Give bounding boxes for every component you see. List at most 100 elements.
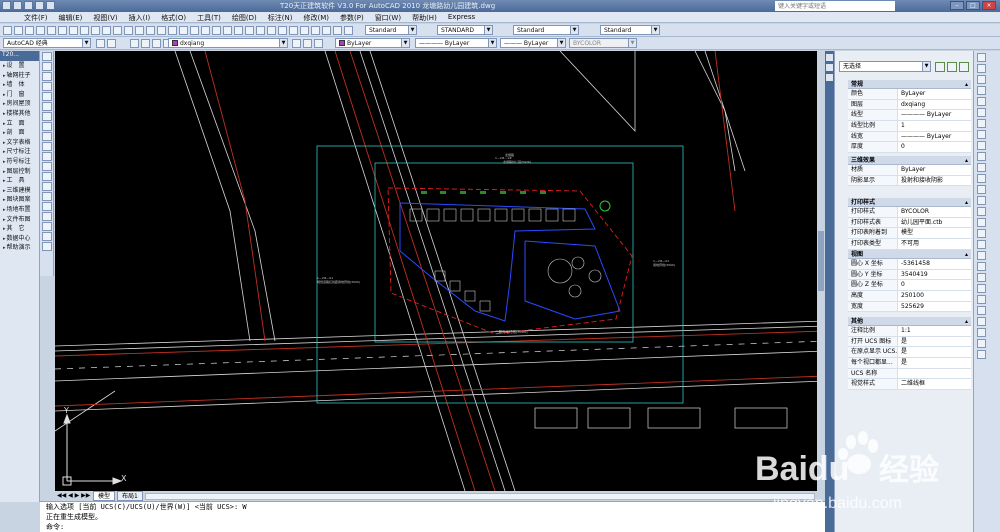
left-panel-item[interactable]: 房间屋顶 xyxy=(0,99,39,109)
command-prompt[interactable]: 命令: xyxy=(40,522,825,532)
center-mark-icon[interactable] xyxy=(977,328,986,337)
menu-item[interactable]: 插入(I) xyxy=(129,13,151,23)
tz-h-icon[interactable] xyxy=(333,26,342,35)
workspace-select[interactable]: AutoCAD 经典 ▼ xyxy=(3,38,91,48)
menu-item[interactable]: 标注(N) xyxy=(268,13,293,23)
left-panel-item[interactable]: 图层控制 xyxy=(0,167,39,177)
left-panel-item[interactable]: 工 具 xyxy=(0,176,39,186)
tz-a-icon[interactable] xyxy=(256,26,265,35)
tz-d-icon[interactable] xyxy=(289,26,298,35)
settings-icon[interactable] xyxy=(96,39,105,48)
property-section-header[interactable]: 其他 xyxy=(848,317,971,326)
close-palette-icon[interactable] xyxy=(826,54,833,61)
property-value[interactable]: 投射和接收阴影 xyxy=(898,176,971,186)
property-value[interactable]: 是 xyxy=(898,347,971,357)
layer-state-icon[interactable] xyxy=(314,39,323,48)
property-section-header[interactable]: 打印样式 xyxy=(848,198,971,207)
horizontal-scrollbar[interactable] xyxy=(145,493,815,500)
undo-icon[interactable] xyxy=(113,26,122,35)
print-icon[interactable] xyxy=(36,26,45,35)
property-value[interactable]: BYCOLOR xyxy=(898,207,971,217)
explode-icon[interactable] xyxy=(977,229,986,238)
property-value[interactable]: -5361458 xyxy=(898,259,971,269)
property-row[interactable]: 颜色 ByLayer xyxy=(848,89,971,100)
lineweight-select[interactable]: ——— ByLayer ▼ xyxy=(500,38,566,48)
color-select[interactable]: ByLayer ▼ xyxy=(335,38,410,48)
linetype-select[interactable]: ———— ByLayer ▼ xyxy=(415,38,497,48)
copy-obj-icon[interactable] xyxy=(977,64,986,73)
left-panel-item[interactable]: 墙 体 xyxy=(0,80,39,90)
quick-access-toolbar[interactable] xyxy=(2,1,55,10)
polygon-icon[interactable] xyxy=(42,82,52,91)
search-input[interactable]: 键入关键字或短语 xyxy=(775,1,895,11)
text-style-select[interactable]: Standard ▼ xyxy=(365,25,417,35)
dim-aligned-icon[interactable] xyxy=(977,251,986,260)
workspace-icon[interactable] xyxy=(107,39,116,48)
drawing-canvas[interactable]: 龙塘路 1—2#—1# 龙塘路幼儿园(5926) 1—2#—01 规划道路红线距… xyxy=(55,51,825,491)
left-panel-item[interactable]: 符号标注 xyxy=(0,157,39,167)
property-value[interactable]: ———— ByLayer xyxy=(898,132,971,142)
property-value[interactable]: dxqiang xyxy=(898,100,971,110)
property-value[interactable]: ByLayer xyxy=(898,165,971,175)
left-panel-item[interactable]: 文字表格 xyxy=(0,138,39,148)
preview-icon[interactable] xyxy=(47,26,56,35)
dim-update-icon[interactable] xyxy=(977,350,986,359)
property-row[interactable]: 圆心 X 坐标 -5361458 xyxy=(848,259,971,270)
qleader-icon[interactable] xyxy=(977,306,986,315)
property-row[interactable]: 打印样式表 幼儿园平面.ctb xyxy=(848,217,971,229)
tz-c-icon[interactable] xyxy=(278,26,287,35)
new-icon[interactable] xyxy=(13,1,22,10)
property-row[interactable]: 在原点显示 UCS... 是 xyxy=(848,347,971,359)
left-panel-item[interactable]: 设 置 xyxy=(0,61,39,71)
dim-linear-icon[interactable] xyxy=(977,240,986,249)
property-row[interactable]: 线型比例 1 xyxy=(848,121,971,132)
save-icon[interactable] xyxy=(25,26,34,35)
break-icon[interactable] xyxy=(977,185,986,194)
left-panel-item[interactable]: 立 面 xyxy=(0,119,39,129)
left-panel-item[interactable]: 剖 面 xyxy=(0,128,39,138)
property-row[interactable]: 高度 250100 xyxy=(848,291,971,302)
zoom-window-icon[interactable] xyxy=(157,26,166,35)
scale-icon[interactable] xyxy=(977,130,986,139)
left-panel-item[interactable]: 数据中心 xyxy=(0,234,39,244)
menu-item[interactable]: 参数(P) xyxy=(340,13,364,23)
rotate-icon[interactable] xyxy=(977,119,986,128)
help-icon[interactable] xyxy=(245,26,254,35)
menu-item[interactable]: 格式(O) xyxy=(161,13,186,23)
left-panel-item[interactable]: 门 窗 xyxy=(0,90,39,100)
property-row[interactable]: 圆心 Z 坐标 0 xyxy=(848,280,971,292)
stretch-icon[interactable] xyxy=(977,141,986,150)
selection-select[interactable]: 无选择 ▼ xyxy=(839,61,931,72)
property-section-header[interactable]: 视图 xyxy=(848,250,971,259)
left-panel-item[interactable]: 轴网柱子 xyxy=(0,71,39,81)
block-icon[interactable] xyxy=(42,172,52,181)
tab-nav-arrows[interactable]: ◀◀ ◀ ▶ ▶▶ xyxy=(57,492,90,499)
cut-icon[interactable] xyxy=(69,26,78,35)
property-row[interactable]: 阴影显示 投射和接收阴影 xyxy=(848,175,971,187)
line-icon[interactable] xyxy=(42,52,52,61)
property-row[interactable]: 圆心 Y 坐标 3540419 xyxy=(848,269,971,281)
matchprop-icon[interactable] xyxy=(102,26,111,35)
menu-item[interactable]: Express xyxy=(448,13,475,23)
left-panel-item[interactable]: 楼梯其他 xyxy=(0,109,39,119)
fillet-icon[interactable] xyxy=(977,218,986,227)
tab-layout1[interactable]: 布局1 xyxy=(117,491,143,501)
property-value[interactable]: 0 xyxy=(898,142,971,152)
break-point-icon[interactable] xyxy=(977,174,986,183)
circle-icon[interactable] xyxy=(42,112,52,121)
tz-g-icon[interactable] xyxy=(322,26,331,35)
layer-previous-icon[interactable] xyxy=(303,39,312,48)
save-icon[interactable] xyxy=(35,1,44,10)
property-row[interactable]: 线宽 ———— ByLayer xyxy=(848,131,971,143)
command-window[interactable]: 输入选项 [当前 UCS(C)/UCS(U)/世界(W)] <当前 UCS>: … xyxy=(40,501,825,532)
maximize-button[interactable]: □ xyxy=(966,1,980,10)
left-panel-item[interactable]: 帮助演示 xyxy=(0,243,39,253)
left-panel-item[interactable]: 三维建模 xyxy=(0,186,39,196)
property-value[interactable]: 1 xyxy=(898,121,971,131)
property-row[interactable]: 材质 ByLayer xyxy=(848,165,971,176)
autohide-icon[interactable] xyxy=(826,64,833,71)
plotstyle-select[interactable]: BYCOLOR ▼ xyxy=(569,38,637,48)
dim-radius-icon[interactable] xyxy=(977,262,986,271)
undo-icon[interactable] xyxy=(46,1,55,10)
dim-style-select[interactable]: STANDARD ▼ xyxy=(437,25,493,35)
